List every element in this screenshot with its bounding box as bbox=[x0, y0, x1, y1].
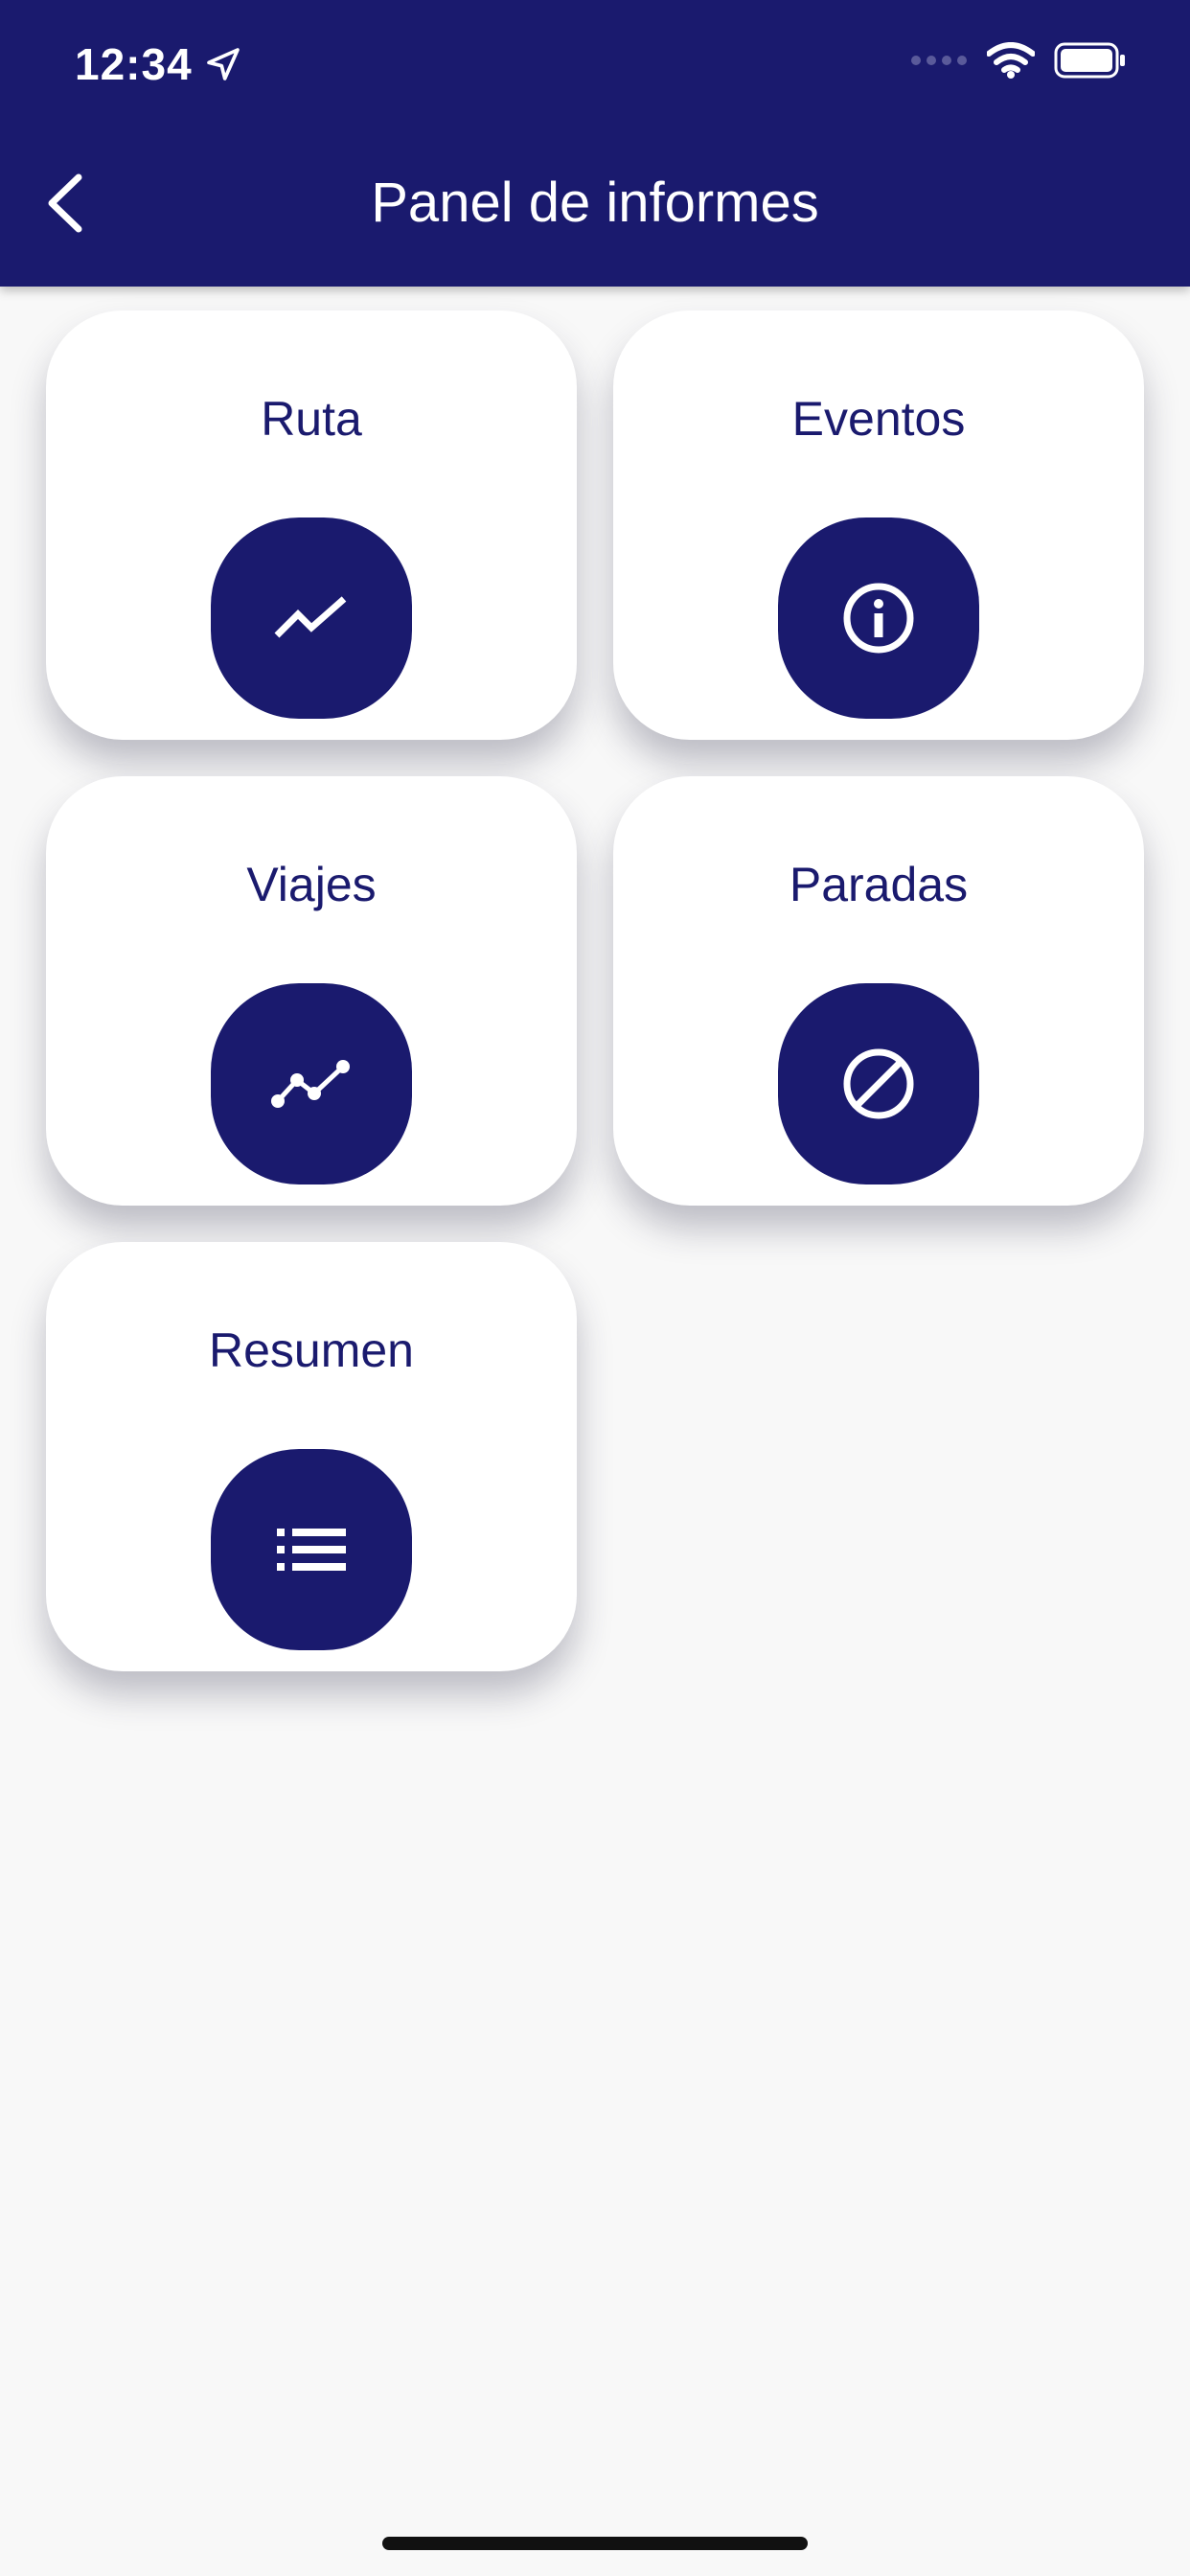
report-card-viajes[interactable]: Viajes bbox=[46, 776, 577, 1206]
timeline-icon bbox=[271, 1060, 350, 1108]
report-card-paradas[interactable]: Paradas bbox=[613, 776, 1144, 1206]
status-time-text: 12:34 bbox=[75, 39, 193, 89]
report-card-icon-badge bbox=[211, 1449, 412, 1650]
report-card-label: Ruta bbox=[261, 392, 362, 446]
report-card-label: Paradas bbox=[789, 858, 969, 911]
report-card-label: Eventos bbox=[791, 392, 966, 446]
report-card-icon-badge bbox=[211, 983, 412, 1184]
status-bar-icons bbox=[910, 42, 1127, 79]
block-icon bbox=[843, 1048, 914, 1119]
page-title: Panel de informes bbox=[371, 172, 819, 234]
report-card-icon-badge bbox=[778, 983, 979, 1184]
report-card-label: Viajes bbox=[246, 858, 377, 911]
report-card-resumen[interactable]: Resumen bbox=[46, 1242, 577, 1671]
report-card-ruta[interactable]: Ruta bbox=[46, 310, 577, 740]
report-card-icon-badge bbox=[211, 518, 412, 719]
status-bar-time: 12:34 bbox=[75, 38, 242, 90]
battery-icon bbox=[1054, 42, 1125, 79]
home-indicator[interactable] bbox=[382, 2537, 808, 2550]
app-bar: 12:34 Panel de informes bbox=[0, 0, 1190, 287]
report-card-label: Resumen bbox=[209, 1323, 414, 1377]
info-icon bbox=[843, 583, 914, 654]
wifi-icon bbox=[987, 42, 1035, 79]
location-arrow-icon bbox=[206, 48, 240, 80]
report-card-eventos[interactable]: Eventos bbox=[613, 310, 1144, 740]
report-card-icon-badge bbox=[778, 518, 979, 719]
list-icon bbox=[277, 1529, 346, 1571]
trending-up-icon bbox=[274, 596, 347, 638]
signal-dots-icon bbox=[911, 56, 967, 65]
